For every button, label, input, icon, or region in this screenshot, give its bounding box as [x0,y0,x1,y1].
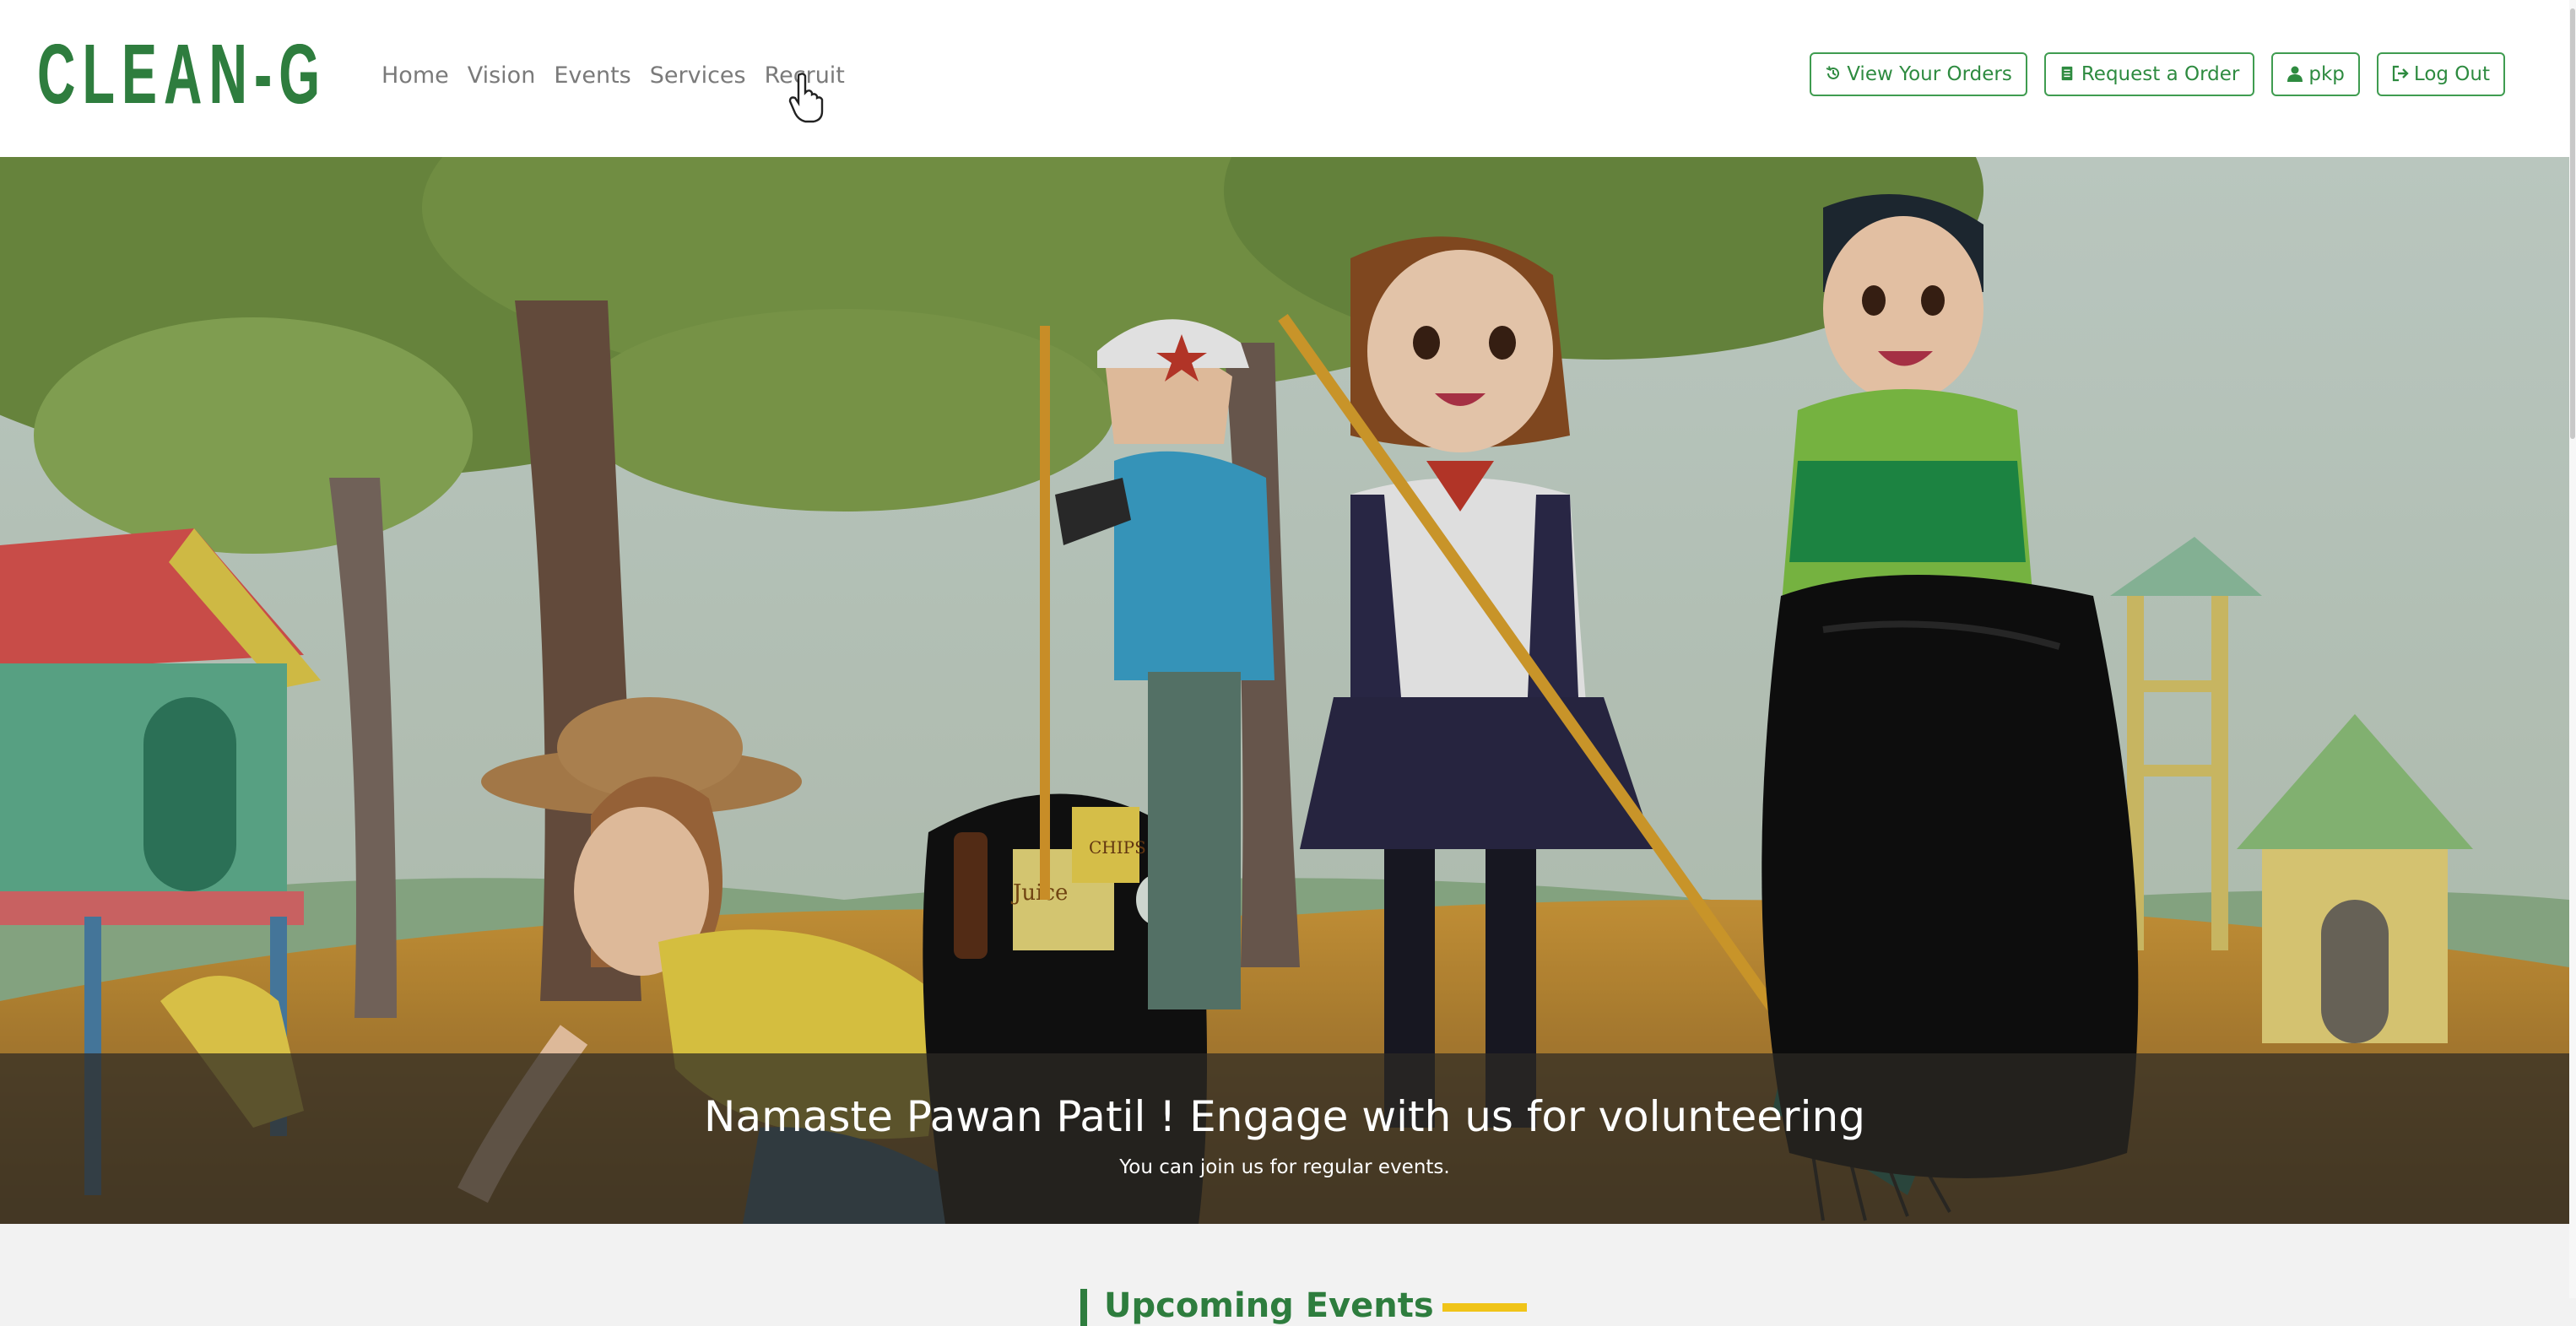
nav-link-events[interactable]: Events [554,57,630,95]
hero-caption: Namaste Pawan Patil ! Engage with us for… [0,1053,2569,1224]
top-navbar: CLEAN-G Home Vision Events Services Recr… [0,0,2569,157]
hero-title: Namaste Pawan Patil ! Engage with us for… [704,1092,1865,1141]
hero-banner: CHIPS Juice [0,157,2569,1224]
logout-label: Log Out [2413,63,2490,85]
nav-link-home[interactable]: Home [382,57,449,95]
section-heading-text: Upcoming Events [1104,1286,1434,1325]
brand-logo[interactable]: CLEAN-G [37,32,327,116]
view-orders-button[interactable]: View Your Orders [1810,52,2027,96]
hand-cursor-icon [788,73,824,123]
request-order-button[interactable]: Request a Order [2043,52,2255,96]
nav-link-vision[interactable]: Vision [468,57,536,95]
scrollbar-thumb[interactable] [2570,8,2575,439]
history-icon [1825,65,1842,84]
logout-icon [2392,65,2409,84]
view-orders-label: View Your Orders [1847,63,2012,85]
user-icon [2286,65,2303,84]
heading-underline [1442,1303,1527,1312]
nav-link-services[interactable]: Services [650,57,746,95]
account-actions: View Your Orders Request a Order pkp Log… [1810,52,2505,96]
page-scrollbar[interactable] [2569,0,2576,1298]
profile-label: pkp [2308,63,2345,85]
profile-button[interactable]: pkp [2271,52,2360,96]
document-icon [2059,65,2076,84]
request-order-label: Request a Order [2081,63,2240,85]
section-heading: Upcoming Events [1080,1286,1527,1326]
logout-button[interactable]: Log Out [2376,52,2505,96]
hero-subtitle: You can join us for regular events. [1119,1156,1450,1178]
upcoming-events-section: Upcoming Events [0,1224,2569,1326]
heading-accent-bar [1080,1289,1087,1326]
